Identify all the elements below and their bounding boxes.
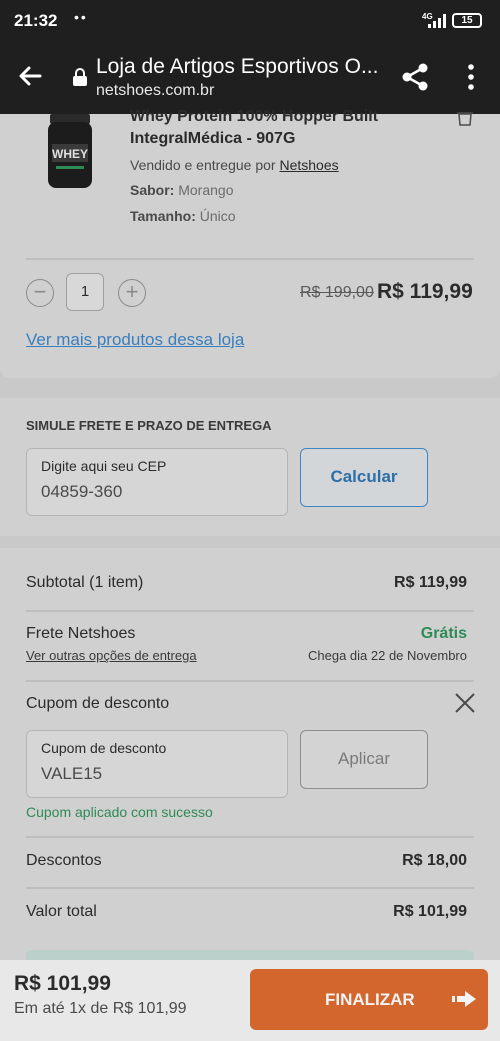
- subtotal-value: R$ 119,99: [394, 574, 467, 591]
- cep-label: Digite aqui seu CEP: [41, 458, 167, 474]
- coupon-field[interactable]: Cupom de desconto VALE15: [26, 730, 288, 798]
- finish-button[interactable]: FINALIZAR: [250, 969, 488, 1030]
- trash-icon[interactable]: [456, 110, 474, 126]
- shipping-value: Grátis: [420, 625, 467, 642]
- footer-total: R$ 101,99: [14, 972, 111, 995]
- browser-app-bar: Loja de Artigos Esportivos O... netshoes…: [0, 42, 500, 114]
- current-price: R$ 119,99: [377, 280, 473, 303]
- more-products-link[interactable]: Ver mais produtos dessa loja: [26, 330, 244, 350]
- coupon-success-message: Cupom aplicado com sucesso: [26, 804, 213, 820]
- order-summary: Subtotal (1 item) R$ 119,99 Frete Netsho…: [0, 548, 500, 960]
- flavor-value: Morango: [178, 182, 234, 198]
- calculate-button[interactable]: Calcular: [300, 448, 428, 507]
- discounts-value: R$ 18,00: [402, 852, 467, 869]
- total-label: Valor total: [26, 903, 97, 920]
- sold-by: Vendido e entregue por Netshoes: [130, 157, 339, 173]
- coupon-input[interactable]: VALE15: [41, 764, 102, 784]
- shipping-simulator: SIMULE FRETE E PRAZO DE ENTREGA Digite a…: [0, 398, 500, 536]
- old-price: R$ 199,00: [300, 284, 374, 301]
- more-options-icon[interactable]: [460, 62, 482, 92]
- divider: [26, 610, 474, 612]
- cart-item-card: WHEY Whey Protein 100% Hopper Built Inte…: [0, 108, 500, 378]
- size-label: Tamanho:: [130, 208, 196, 224]
- quantity-input[interactable]: 1: [66, 273, 104, 311]
- quantity-increase-button[interactable]: +: [118, 279, 146, 307]
- page-url: netshoes.com.br: [96, 82, 215, 99]
- status-time: 21:32: [14, 11, 58, 30]
- subtotal-label: Subtotal (1 item): [26, 574, 144, 591]
- delivery-estimate: Chega dia 22 de Novembro: [308, 648, 467, 663]
- checkout-footer: R$ 101,99 Em até 1x de R$ 101,99 FINALIZ…: [0, 960, 500, 1041]
- shipping-label: Frete Netshoes: [26, 625, 136, 642]
- coupon-field-label: Cupom de desconto: [41, 740, 167, 756]
- divider: [26, 680, 474, 682]
- finish-button-label: FINALIZAR: [325, 990, 415, 1009]
- discounts-label: Descontos: [26, 852, 102, 869]
- flavor-label: Sabor:: [130, 182, 175, 198]
- shipping-title: SIMULE FRETE E PRAZO DE ENTREGA: [26, 418, 272, 433]
- info-banner-edge: [26, 950, 474, 960]
- lock-icon: [73, 68, 87, 86]
- seller-link[interactable]: Netshoes: [279, 157, 338, 173]
- notification-dots: ••: [74, 9, 88, 25]
- coupon-title: Cupom de desconto: [26, 695, 170, 712]
- product-name[interactable]: Whey Protein 100% Hopper Built IntegralM…: [130, 106, 460, 150]
- total-value: R$ 101,99: [393, 903, 467, 920]
- sold-by-prefix: Vendido e entregue por: [130, 157, 276, 173]
- divider: [26, 887, 474, 889]
- product-image[interactable]: WHEY: [46, 114, 94, 190]
- arrow-right-icon: [452, 991, 476, 1007]
- size-value: Único: [199, 208, 236, 224]
- signal-icon: [428, 14, 446, 28]
- size-attribute: Tamanho: Único: [130, 208, 236, 224]
- close-icon[interactable]: [454, 692, 476, 714]
- status-bar: 21:32 •• 4G 15: [0, 0, 500, 42]
- cep-field[interactable]: Digite aqui seu CEP 04859-360: [26, 448, 288, 516]
- back-arrow-icon[interactable]: [14, 60, 46, 92]
- other-delivery-options-link[interactable]: Ver outras opções de entrega: [26, 648, 197, 663]
- battery-icon: 15: [452, 13, 482, 28]
- quantity-decrease-button[interactable]: −: [26, 279, 54, 307]
- page-title: Loja de Artigos Esportivos O...: [96, 55, 379, 78]
- divider: [26, 258, 474, 260]
- installments-text: Em até 1x de R$ 101,99: [14, 1000, 187, 1017]
- flavor-attribute: Sabor: Morango: [130, 182, 234, 198]
- divider: [26, 836, 474, 838]
- share-icon[interactable]: [400, 62, 430, 92]
- cep-input[interactable]: 04859-360: [41, 482, 122, 502]
- product-image-label: WHEY: [52, 147, 88, 161]
- apply-coupon-button[interactable]: Aplicar: [300, 730, 428, 789]
